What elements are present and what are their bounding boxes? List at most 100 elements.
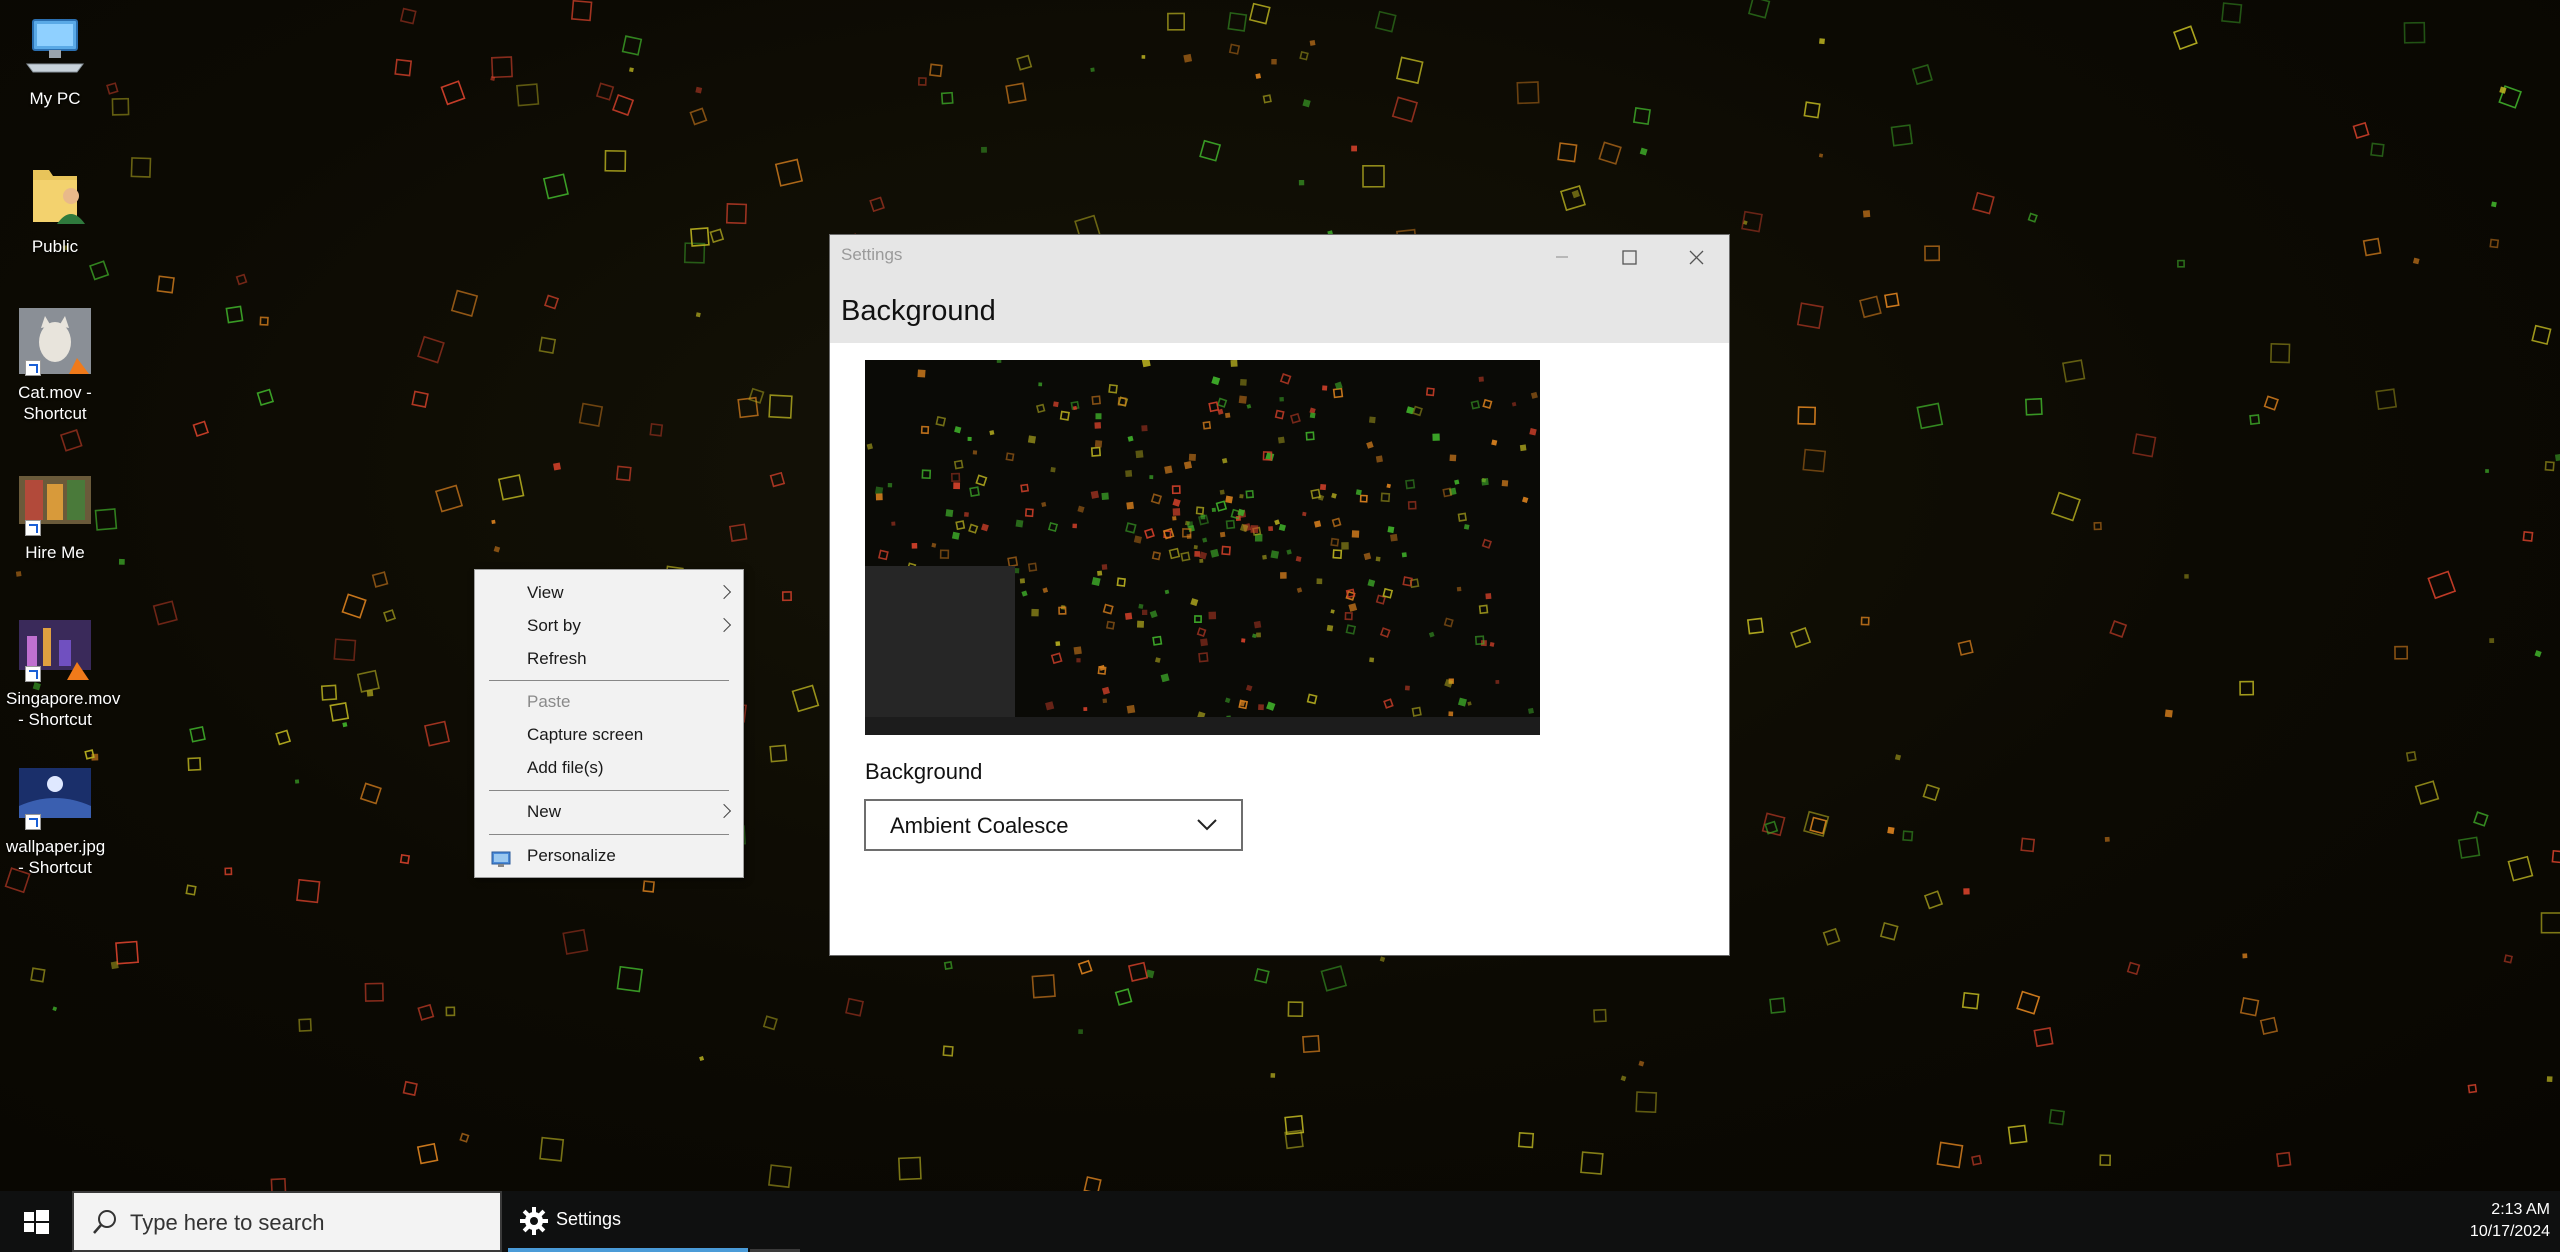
particle (1135, 450, 1144, 459)
particle (1287, 1001, 1304, 1018)
particle (1228, 43, 1241, 55)
maximize-button[interactable] (1596, 235, 1662, 279)
particle (1481, 478, 1489, 486)
desktop-icon-singapore-mov-shortcut[interactable]: Singapore.mov - Shortcut (6, 612, 121, 730)
particle (1341, 542, 1349, 550)
menu-separator (489, 790, 729, 791)
chevron-right-icon (716, 617, 732, 633)
desktop-background[interactable]: My PC Public Cat.mov - Shortcut Hire Me … (0, 0, 2560, 1191)
particle (256, 388, 275, 407)
particle (1559, 185, 1586, 212)
particle (1747, 0, 1771, 19)
particle (2033, 1027, 2054, 1048)
close-button[interactable] (1663, 235, 1729, 279)
desktop-icon-public[interactable]: Public (6, 160, 104, 257)
particle (2177, 259, 2185, 268)
particle (1277, 436, 1285, 444)
desktop-icon-cat-mov-shortcut[interactable]: Cat.mov - Shortcut (6, 306, 104, 424)
gear-icon (520, 1207, 548, 1235)
particle (1456, 586, 1462, 592)
particle (1183, 53, 1193, 63)
particle (2132, 433, 2157, 458)
particle (1803, 101, 1821, 119)
particle (333, 638, 357, 662)
menu-item-personalize[interactable]: Personalize (475, 840, 743, 872)
particle (1351, 145, 1358, 152)
taskbar: Type here to search Settings 2:13 AM 10/… (0, 1191, 2560, 1252)
menu-item-sort-by[interactable]: Sort by (475, 610, 743, 642)
particle (118, 558, 125, 565)
particle (1530, 391, 1538, 399)
particle (1208, 611, 1217, 620)
particle (1076, 658, 1081, 663)
particle (1027, 435, 1037, 444)
particle (1386, 483, 1391, 489)
particle (2485, 469, 2489, 473)
particle (1936, 1141, 1964, 1169)
particle (1298, 179, 1305, 186)
minimize-button[interactable] (1529, 235, 1595, 279)
menu-item-add-files[interactable]: Add file(s) (475, 752, 743, 784)
particle (329, 701, 350, 722)
particle (2259, 1016, 2279, 1036)
particle (1168, 547, 1181, 560)
settings-titlebar[interactable]: Settings Background (830, 235, 1729, 343)
particle (2403, 21, 2426, 44)
taskbar-app-settings[interactable]: Settings (508, 1191, 748, 1252)
desktop-icon-wallpaper-jpg-shortcut[interactable]: wallpaper.jpg - Shortcut (6, 760, 105, 878)
particle (2184, 574, 2189, 579)
desktop-icon-label: Singapore.mov - Shortcut (6, 689, 121, 729)
particle (1198, 514, 1210, 526)
particle (1406, 406, 1415, 415)
active-app-indicator (508, 1248, 748, 1252)
window-title: Settings (841, 245, 903, 264)
particle (2221, 2, 2243, 24)
particle (1020, 483, 1029, 493)
particle (1172, 516, 1177, 521)
menu-item-label: Personalize (527, 846, 616, 865)
particle (1382, 587, 1394, 599)
particle (30, 967, 46, 983)
particle (1351, 530, 1360, 538)
taskbar-clock[interactable]: 2:13 AM 10/17/2024 (2470, 1199, 2550, 1243)
particle (1245, 684, 1253, 692)
desktop-icon-hire-me[interactable]: Hire Me (6, 466, 104, 563)
particle (2491, 201, 2497, 208)
particle (1262, 94, 1272, 104)
menu-item-capture-screen[interactable]: Capture screen (475, 719, 743, 751)
close-icon (1689, 250, 1704, 265)
particle (1072, 405, 1078, 411)
particle (1463, 524, 1470, 530)
particle (1334, 381, 1343, 390)
menu-item-paste[interactable]: Paste (475, 686, 743, 718)
particle (1902, 830, 1914, 842)
particle (1270, 1073, 1276, 1078)
particle (1171, 485, 1181, 495)
particle (1887, 826, 1895, 835)
particle (1101, 492, 1109, 500)
particle (1521, 496, 1529, 504)
image-shortcut-icon (19, 760, 91, 832)
particle (1041, 501, 1047, 508)
background-dropdown-value: Ambient Coalesce (890, 813, 1069, 838)
particle (1295, 556, 1302, 562)
particle (1972, 191, 1995, 215)
menu-item-refresh[interactable]: Refresh (475, 643, 743, 675)
particle (59, 429, 83, 452)
search-icon (93, 1210, 116, 1234)
menu-item-new[interactable]: New (475, 796, 743, 828)
taskbar-search-input[interactable]: Type here to search (72, 1191, 502, 1252)
desktop-icon-my-pc[interactable]: My PC (6, 12, 104, 109)
start-button[interactable] (0, 1191, 72, 1252)
particle (1344, 611, 1353, 621)
particle (1395, 56, 1424, 85)
particle (1444, 678, 1454, 688)
particle (1219, 531, 1226, 538)
background-dropdown[interactable]: Ambient Coalesce (864, 799, 1243, 851)
particle (2551, 849, 2560, 864)
particle (1077, 505, 1085, 513)
particle (1227, 11, 1248, 32)
particle (2007, 1124, 2028, 1145)
particle (1309, 407, 1316, 414)
menu-item-view[interactable]: View (475, 577, 743, 609)
